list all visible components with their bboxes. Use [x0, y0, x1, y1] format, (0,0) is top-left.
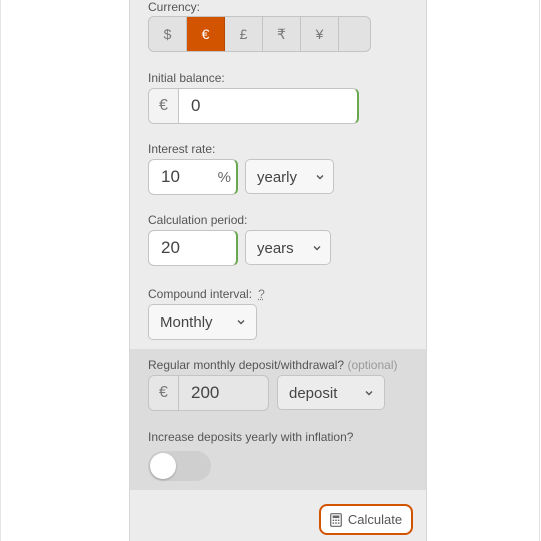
currency-jpy-button[interactable]: ¥ [301, 17, 339, 51]
initial-balance-value: 0 [191, 96, 201, 115]
currency-inr-button[interactable]: ₹ [263, 17, 301, 51]
calculation-unit-select[interactable]: years [245, 230, 331, 265]
currency-label: Currency: [148, 0, 201, 14]
calculation-period-label: Calculation period: [148, 213, 248, 227]
page-border-left [0, 0, 1, 541]
interest-rate-value: 10 [161, 167, 180, 186]
compound-interval-select[interactable]: Monthly [148, 304, 257, 340]
deposit-type-select[interactable]: deposit [277, 375, 385, 410]
calculator-icon [329, 512, 342, 527]
currency-gbp-button[interactable]: £ [225, 17, 263, 51]
currency-selector: $ € £ ₹ ¥ [148, 16, 371, 52]
currency-eur-button[interactable]: € [187, 17, 225, 51]
chevron-down-icon [237, 320, 245, 325]
initial-balance-input[interactable]: € 0 [148, 88, 359, 124]
compound-interval-label: Compound interval:? [148, 287, 265, 301]
interest-rate-label: Interest rate: [148, 142, 216, 156]
compound-interval-label-text: Compound interval: [148, 287, 253, 301]
deposit-type-value: deposit [289, 385, 338, 402]
currency-other-button[interactable] [339, 17, 370, 51]
regular-deposit-label-text: Regular monthly deposit/withdrawal? [148, 358, 345, 372]
regular-deposit-label: Regular monthly deposit/withdrawal? (opt… [148, 358, 397, 372]
inflation-label: Increase deposits yearly with inflation? [148, 430, 354, 444]
chevron-down-icon [316, 175, 324, 180]
compound-interval-help-link[interactable]: ? [258, 287, 265, 301]
inflation-toggle[interactable] [148, 451, 211, 481]
percent-suffix: % [217, 169, 231, 186]
calculate-button-label: Calculate [347, 512, 403, 527]
currency-usd-button[interactable]: $ [149, 17, 187, 51]
calculation-period-input[interactable]: 20 [148, 230, 238, 266]
compound-interval-value: Monthly [160, 314, 213, 331]
toggle-knob [150, 453, 176, 479]
regular-deposit-input[interactable]: € 200 [148, 375, 269, 411]
calculation-period-value: 20 [161, 238, 180, 257]
initial-balance-currency-prefix: € [149, 89, 179, 123]
calculation-unit-value: years [257, 240, 294, 257]
chevron-down-icon [365, 391, 373, 396]
initial-balance-label: Initial balance: [148, 71, 225, 85]
deposit-currency-prefix: € [149, 376, 179, 410]
chevron-down-icon [313, 246, 321, 251]
interest-period-value: yearly [257, 169, 298, 186]
interest-rate-input[interactable]: 10 % [148, 159, 238, 195]
regular-deposit-value: 200 [191, 383, 220, 402]
optional-note: (optional) [347, 358, 398, 372]
interest-period-select[interactable]: yearly [245, 159, 334, 194]
page-border-right [539, 0, 540, 541]
calculate-button[interactable]: Calculate [319, 504, 413, 535]
